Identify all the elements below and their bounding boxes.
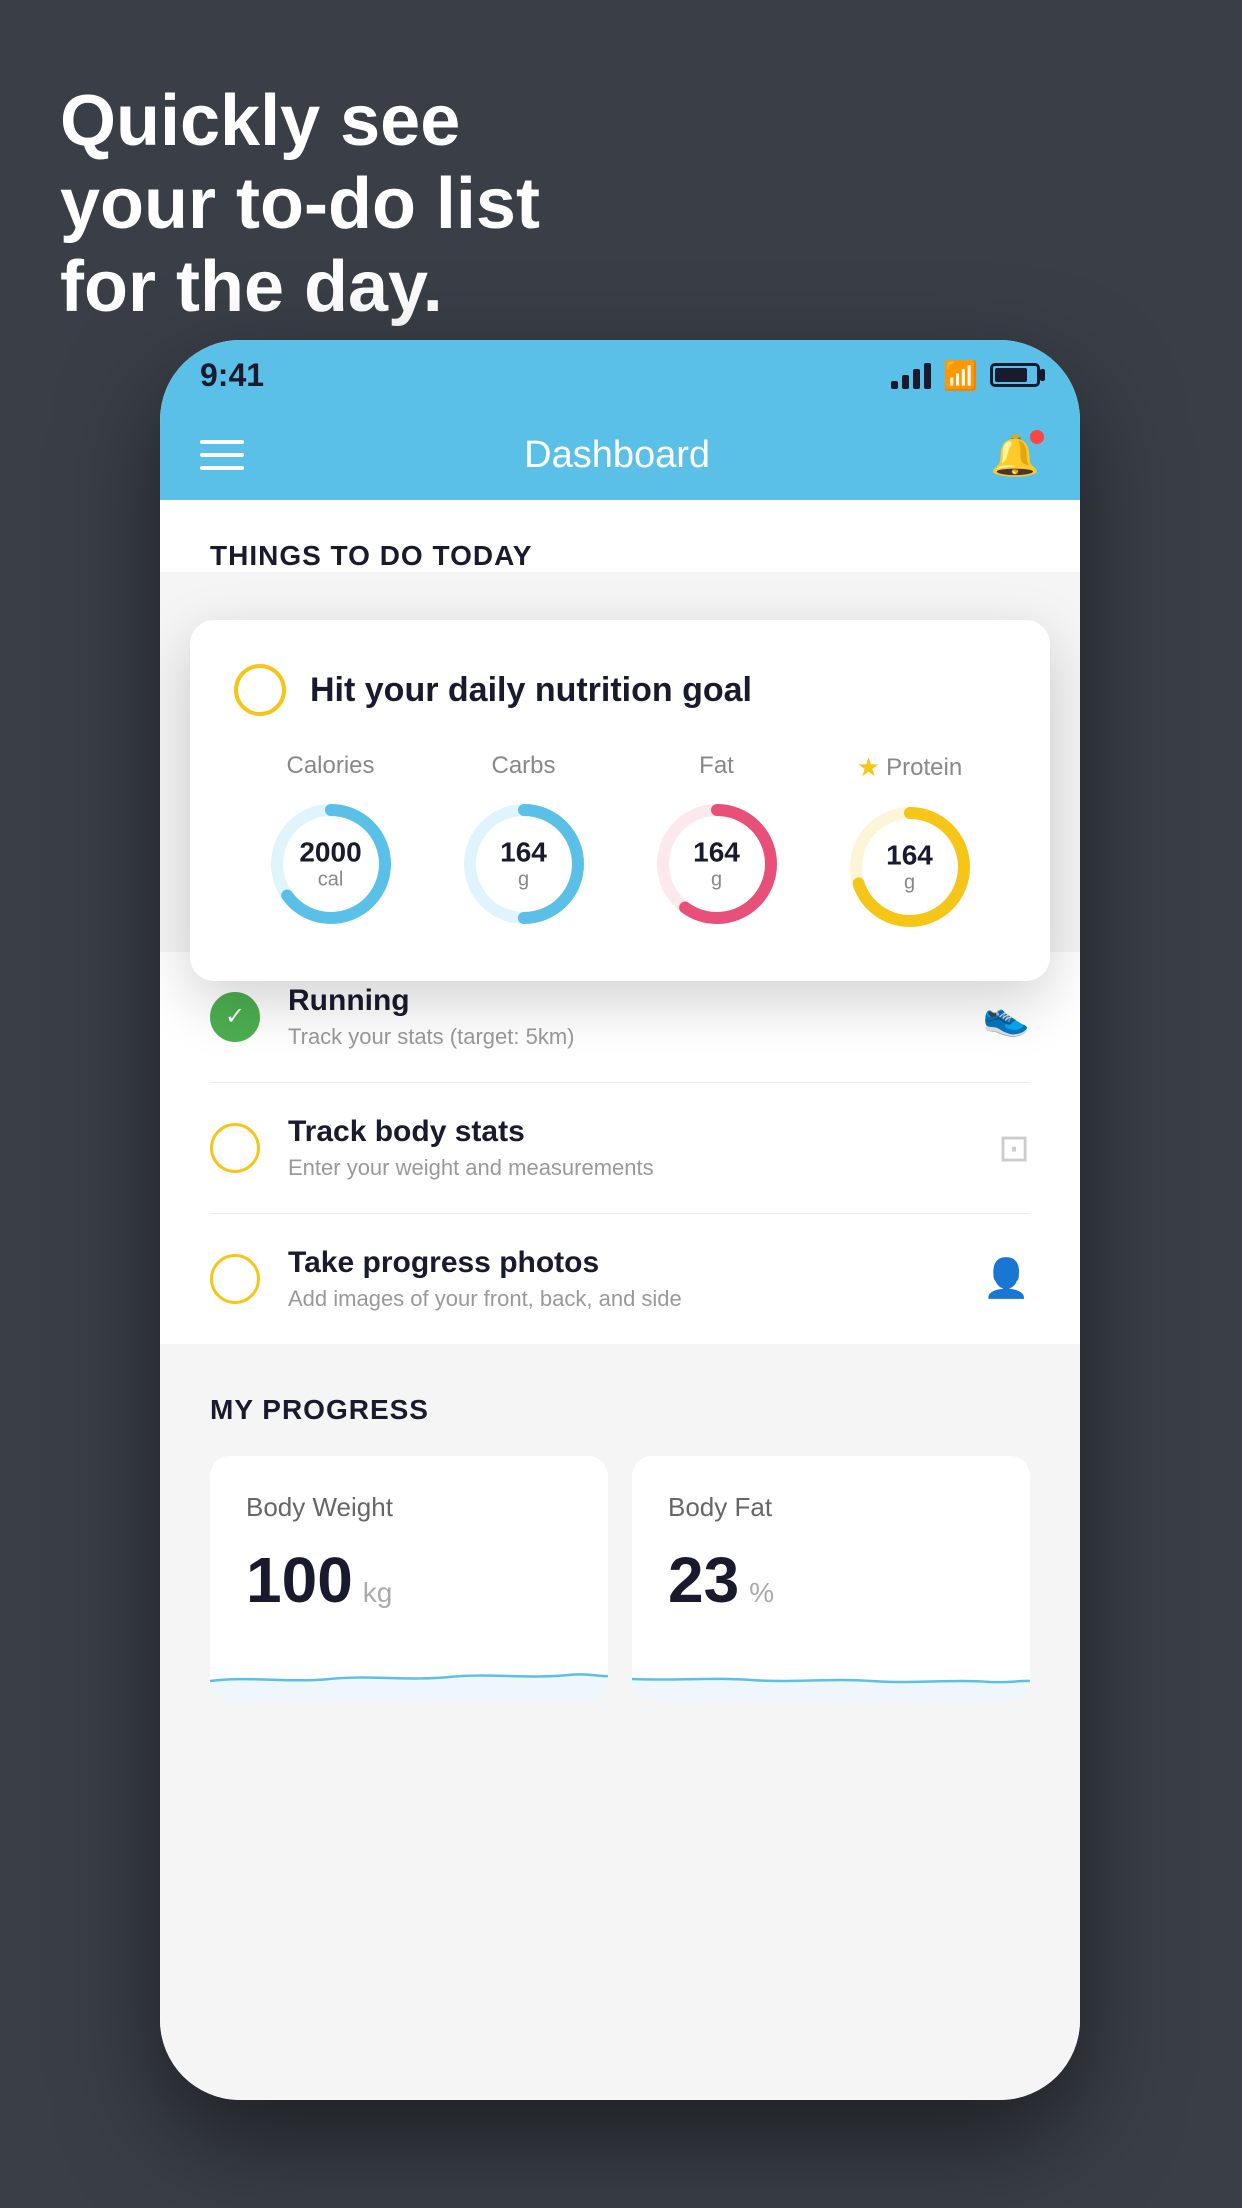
body-fat-number: 23 [668, 1543, 739, 1617]
things-section: THINGS TO DO TODAY [160, 500, 1080, 572]
body-weight-card[interactable]: Body Weight 100 kg [210, 1456, 608, 1701]
nutrition-title: Hit your daily nutrition goal [310, 671, 752, 710]
todo-circle-photos [210, 1254, 260, 1304]
donut-protein: 164 g [840, 797, 980, 937]
nutrition-circle [234, 664, 286, 716]
nutrition-header: Hit your daily nutrition goal [234, 664, 1006, 716]
donut-calories: 2000 cal [261, 794, 401, 934]
macro-carbs: Carbs 164 g [454, 752, 594, 934]
todo-circle-running: ✓ [210, 992, 260, 1042]
body-weight-unit: kg [363, 1577, 393, 1609]
todo-list: ✓ Running Track your stats (target: 5km)… [160, 952, 1080, 1344]
body-weight-chart [210, 1641, 608, 1701]
headline: Quickly see your to-do list for the day. [60, 80, 540, 328]
body-fat-card[interactable]: Body Fat 23 % [632, 1456, 1030, 1701]
things-title: THINGS TO DO TODAY [210, 540, 1030, 572]
macro-protein: ★ Protein 164 g [840, 752, 980, 937]
body-fat-unit: % [749, 1577, 774, 1609]
macro-protein-label: ★ Protein [857, 752, 962, 783]
todo-text-body-stats: Track body stats Enter your weight and m… [288, 1115, 970, 1181]
macro-calories: Calories 2000 cal [261, 752, 401, 934]
todo-text-running: Running Track your stats (target: 5km) [288, 984, 955, 1050]
status-time: 9:41 [200, 357, 264, 394]
macro-carbs-label: Carbs [491, 752, 555, 780]
hamburger-menu[interactable] [200, 440, 244, 470]
body-fat-chart [632, 1641, 1030, 1701]
todo-text-photos: Take progress photos Add images of your … [288, 1246, 955, 1312]
progress-title: MY PROGRESS [210, 1394, 1030, 1426]
donut-fat: 164 g [647, 794, 787, 934]
body-weight-number: 100 [246, 1543, 353, 1617]
star-icon: ★ [857, 752, 880, 783]
signal-icon [891, 361, 931, 389]
macro-fat-label: Fat [699, 752, 734, 780]
phone-mockup: 9:41 📶 Dashboard 🔔 THINGS TO [160, 340, 1080, 2100]
donut-carbs: 164 g [454, 794, 594, 934]
todo-item-body-stats[interactable]: Track body stats Enter your weight and m… [210, 1083, 1030, 1214]
status-bar: 9:41 📶 [160, 340, 1080, 410]
macro-calories-label: Calories [286, 752, 374, 780]
running-icon: 👟 [983, 995, 1030, 1039]
macro-fat: Fat 164 g [647, 752, 787, 934]
status-icons: 📶 [891, 359, 1040, 392]
scale-icon: ⊡ [998, 1126, 1030, 1171]
body-fat-label: Body Fat [668, 1492, 994, 1523]
body-weight-label: Body Weight [246, 1492, 572, 1523]
app-header: Dashboard 🔔 [160, 410, 1080, 500]
notification-bell[interactable]: 🔔 [990, 432, 1040, 479]
header-title: Dashboard [524, 434, 710, 477]
body-weight-value-row: 100 kg [246, 1543, 572, 1617]
macros-row: Calories 2000 cal Carbs [234, 752, 1006, 937]
todo-circle-body-stats [210, 1123, 260, 1173]
battery-icon [990, 363, 1040, 387]
nutrition-card[interactable]: Hit your daily nutrition goal Calories 2… [190, 620, 1050, 981]
photo-icon: 👤 [983, 1257, 1030, 1301]
notification-dot [1030, 430, 1044, 444]
body-fat-value-row: 23 % [668, 1543, 994, 1617]
progress-cards: Body Weight 100 kg Body Fat [210, 1456, 1030, 1701]
wifi-icon: 📶 [943, 359, 978, 392]
main-content: THINGS TO DO TODAY Hit your daily nutrit… [160, 500, 1080, 2100]
progress-section: MY PROGRESS Body Weight 100 kg [160, 1344, 1080, 1701]
todo-item-photos[interactable]: Take progress photos Add images of your … [210, 1214, 1030, 1344]
